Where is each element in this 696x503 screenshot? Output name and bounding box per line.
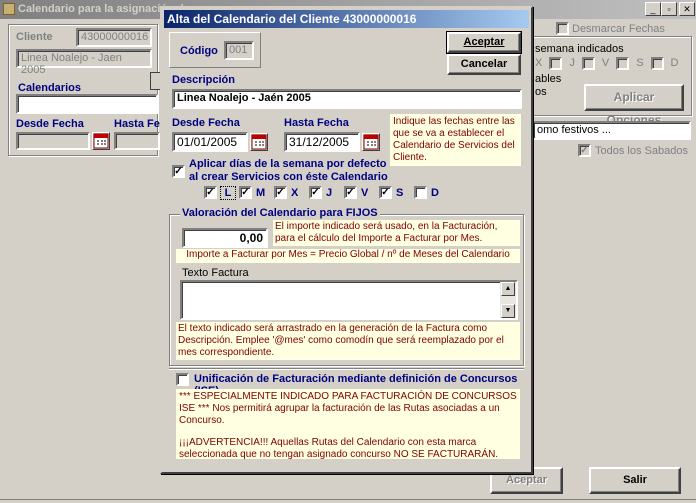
- from-date-field[interactable]: 01/01/2005: [172, 132, 248, 152]
- apply-weekdays-label: Aplicar días de la semana por defecto al…: [189, 158, 388, 183]
- bg-weekday-v-checkbox[interactable]: [581, 57, 595, 70]
- bg-weekday-row: X J V S D: [535, 57, 678, 70]
- formula-note: Importe a Facturar por Mes = Precio Glob…: [176, 249, 520, 263]
- description-label: Descripción: [172, 74, 235, 86]
- weekdays-indicated-label: semana indicados: [535, 43, 624, 55]
- bg-weekday-x: X: [535, 57, 543, 69]
- to-date-field[interactable]: 31/12/2005: [284, 132, 360, 152]
- weekday-l-label: L: [220, 185, 236, 200]
- invoice-text-area[interactable]: [180, 280, 518, 320]
- ise-note-1: *** ESPECIALMENTE INDICADO PARA FACTURAC…: [179, 391, 517, 426]
- calendar-icon[interactable]: [362, 133, 380, 151]
- weekday-v-label: V: [361, 186, 369, 199]
- amount-note: El importe indicado será usado, en la Fa…: [273, 220, 520, 246]
- code-field: 001: [224, 41, 254, 60]
- scroll-up-icon[interactable]: ▲: [501, 282, 515, 296]
- from-date-label: Desde Fecha: [172, 117, 240, 129]
- restore-icon[interactable]: ▫: [661, 2, 677, 16]
- bg-from-date-field: [16, 132, 90, 150]
- weekday-m-label: M: [256, 186, 266, 199]
- weekday-l-checkbox[interactable]: ✓: [204, 186, 217, 199]
- bg-weekday-j-checkbox[interactable]: [549, 57, 563, 70]
- bg-weekday-s-checkbox[interactable]: [616, 57, 630, 70]
- dialog-cancel-button[interactable]: Cancelar: [447, 54, 521, 75]
- dates-note: Indique las fechas entre las que se va a…: [390, 114, 521, 166]
- client-calendar-dialog: Alta del Calendario del Cliente 43000000…: [160, 6, 533, 474]
- dialog-title: Alta del Calendario del Cliente 43000000…: [167, 12, 417, 26]
- bg-text-ables: ables: [535, 73, 562, 85]
- calendars-label: Calendarios: [18, 82, 81, 94]
- apply-weekdays-checkbox[interactable]: ✓: [172, 165, 185, 178]
- bg-to-date-field: [114, 132, 160, 150]
- weekday-j-label: J: [326, 186, 333, 199]
- client-label: Cliente: [16, 31, 53, 43]
- separator: [169, 368, 524, 370]
- exit-button[interactable]: Salir: [589, 467, 681, 494]
- invoice-text-scrollbar[interactable]: ▲ ▼: [500, 282, 516, 318]
- bg-weekday-j: J: [569, 57, 575, 69]
- ise-note-2: ¡¡¡ADVERTENCIA!!! Aquellas Rutas del Cal…: [179, 437, 499, 460]
- weekday-s-label: S: [396, 186, 404, 199]
- invoice-note: El texto indicado será arrastrado en la …: [176, 322, 520, 360]
- scroll-down-icon[interactable]: ▼: [501, 304, 515, 318]
- client-name-field: Linea Noalejo - Jaen 2005: [16, 49, 152, 76]
- app-icon: [3, 3, 15, 15]
- weekday-x-checkbox[interactable]: ✓: [274, 186, 287, 199]
- calendars-list[interactable]: [16, 94, 158, 114]
- calendar-icon[interactable]: [250, 133, 268, 151]
- invoice-text-label: Texto Factura: [182, 267, 249, 279]
- dialog-titlebar: Alta del Calendario del Cliente 43000000…: [164, 10, 529, 28]
- holidays-field[interactable]: omo festivos ...: [532, 121, 691, 140]
- minimize-icon[interactable]: _: [645, 2, 661, 16]
- weekday-d-label: D: [431, 186, 439, 199]
- weekday-v-checkbox[interactable]: ✓: [344, 186, 357, 199]
- client-code-field: 43000000016: [76, 28, 152, 47]
- uncheck-dates-checkbox[interactable]: [556, 22, 569, 35]
- apply-options-button[interactable]: Aplicar Opciones: [584, 84, 684, 127]
- all-saturdays-checkbox[interactable]: ✓: [578, 144, 591, 157]
- weekday-d-checkbox[interactable]: [414, 186, 427, 199]
- weekday-x-label: X: [291, 186, 299, 199]
- bg-weekday-d: D: [670, 57, 679, 69]
- weekday-j-checkbox[interactable]: ✓: [309, 186, 322, 199]
- all-saturdays-label: Todos los Sabados: [595, 145, 688, 157]
- bg-weekday-s: S: [636, 57, 644, 69]
- bg-weekday-v: V: [601, 57, 610, 69]
- description-field[interactable]: Linea Noalejo - Jaén 2005: [172, 89, 522, 109]
- dialog-accept-button[interactable]: Aceptar: [446, 31, 522, 54]
- calendar-icon[interactable]: [92, 132, 110, 150]
- unify-ise-checkbox[interactable]: [176, 373, 189, 386]
- bg-from-date-label: Desde Fecha: [16, 118, 84, 130]
- close-icon[interactable]: ✕: [679, 2, 695, 16]
- uncheck-dates-label: Desmarcar Fechas: [572, 23, 665, 35]
- weekday-m-checkbox[interactable]: ✓: [239, 186, 252, 199]
- bg-weekday-d-checkbox[interactable]: [650, 57, 664, 70]
- bg-text-os: os: [535, 86, 547, 98]
- amount-field[interactable]: 0,00: [182, 228, 268, 248]
- weekday-s-checkbox[interactable]: ✓: [379, 186, 392, 199]
- code-label: Código: [180, 45, 218, 57]
- to-date-label: Hasta Fecha: [284, 117, 349, 129]
- ise-note: *** ESPECIALMENTE INDICADO PARA FACTURAC…: [176, 389, 520, 460]
- bottom-divider: [0, 499, 696, 500]
- valuation-title: Valoración del Calendario para FIJOS: [180, 207, 380, 219]
- weekday-checkbox-row: ✓ L ✓ M ✓ X ✓ J ✓ V ✓ S D: [204, 185, 445, 200]
